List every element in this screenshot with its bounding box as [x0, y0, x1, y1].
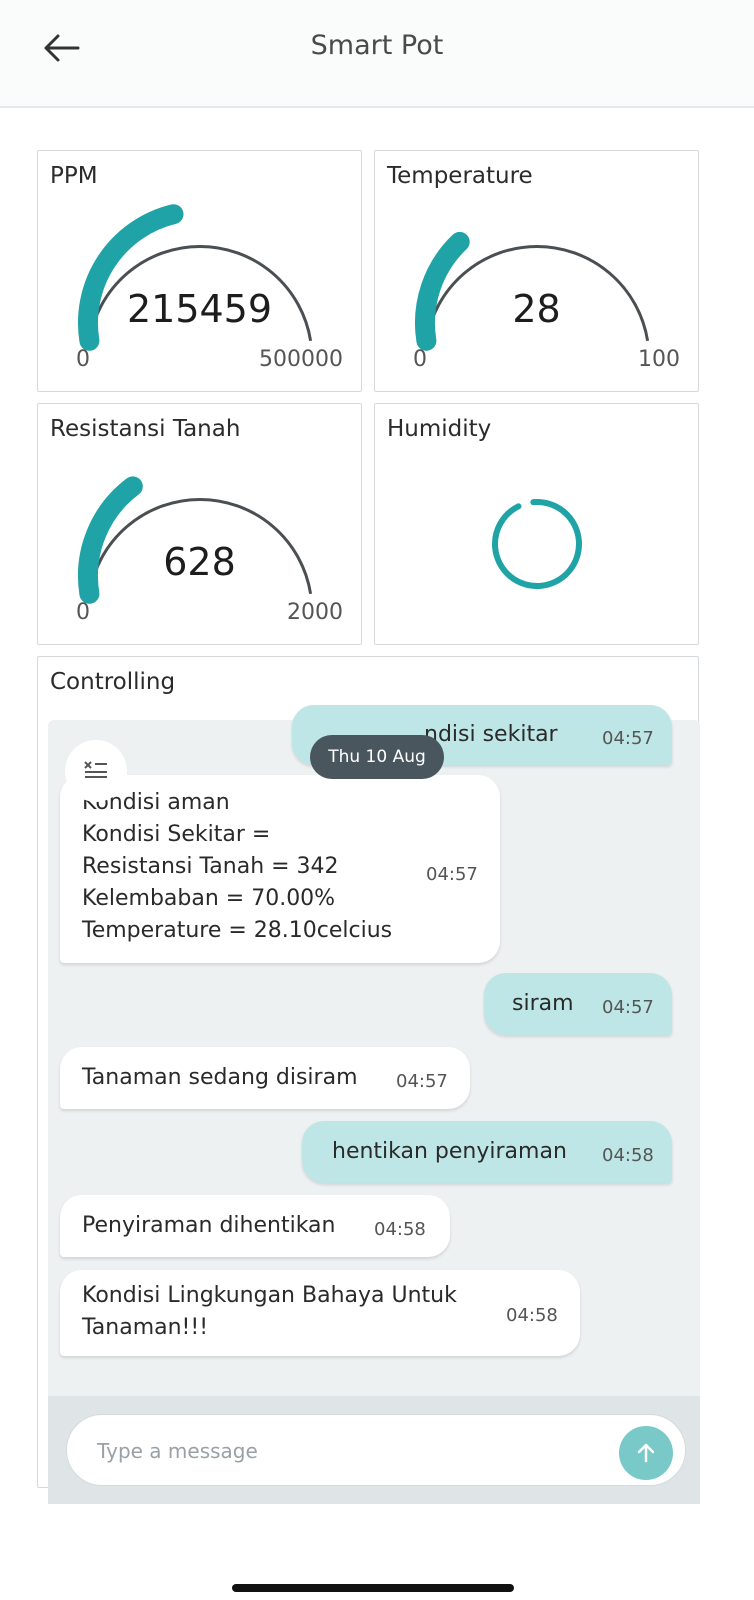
gauge-value: 215459	[126, 287, 273, 331]
gauge-card-ppm: PPM 215459 0 500000	[37, 150, 362, 392]
gauge-max: 100	[638, 347, 680, 372]
message-outgoing: hentikan penyiraman 04:58	[302, 1121, 672, 1183]
message-incoming: Tanaman sedang disiram 04:57	[60, 1047, 470, 1109]
send-button[interactable]	[619, 1426, 673, 1480]
humidity-card: Humidity	[374, 403, 699, 645]
loading-spinner-icon	[492, 499, 582, 589]
message-text: siram	[512, 991, 574, 1016]
home-indicator	[232, 1584, 514, 1592]
message-text: ndisi sekitar	[424, 722, 558, 747]
gauge-max: 500000	[259, 347, 343, 372]
message-incoming: Kondisi aman Kondisi Sekitar = Resistans…	[60, 775, 500, 963]
message-time: 04:57	[602, 997, 654, 1018]
message-outgoing: siram 04:57	[484, 973, 672, 1035]
gauge-value: 28	[512, 287, 561, 331]
gauge-card-resistansi-tanah: Resistansi Tanah 628 0 2000	[37, 403, 362, 645]
message-time: 04:57	[396, 1071, 448, 1092]
list-icon	[84, 761, 107, 778]
gauge-min: 0	[76, 600, 90, 625]
app-header: Smart Pot	[0, 0, 754, 108]
message-incoming: Penyiraman dihentikan 04:58	[60, 1195, 450, 1257]
message-input[interactable]	[97, 1433, 577, 1469]
gauge-min: 0	[76, 347, 90, 372]
message-time: 04:57	[426, 864, 478, 885]
message-text: Kondisi Lingkungan Bahaya Untuk Tanaman!…	[82, 1283, 457, 1340]
message-time: 04:57	[602, 728, 654, 749]
message-text: Kondisi aman Kondisi Sekitar = Resistans…	[82, 790, 393, 943]
gauge-value: 628	[163, 540, 236, 584]
message-text: Tanaman sedang disiram	[82, 1065, 358, 1090]
message-text: hentikan penyiraman	[332, 1139, 567, 1164]
message-composer	[48, 1396, 700, 1504]
date-separator: Thu 10 Aug	[310, 735, 444, 779]
message-text: Penyiraman dihentikan	[82, 1213, 336, 1238]
page-title: Smart Pot	[310, 30, 444, 61]
message-time: 04:58	[602, 1145, 654, 1166]
gauge-min: 0	[413, 347, 427, 372]
arrow-up-icon	[637, 1443, 655, 1463]
message-input-wrapper	[66, 1414, 686, 1486]
message-incoming: Kondisi Lingkungan Bahaya Untuk Tanaman!…	[60, 1270, 580, 1356]
gauge-card-temperature: Temperature 28 0 100	[374, 150, 699, 392]
controlling-title: Controlling	[50, 669, 176, 695]
bot-avatar	[65, 740, 127, 802]
gauge-max: 2000	[287, 600, 343, 625]
message-time: 04:58	[506, 1305, 558, 1326]
message-time: 04:58	[374, 1219, 426, 1240]
